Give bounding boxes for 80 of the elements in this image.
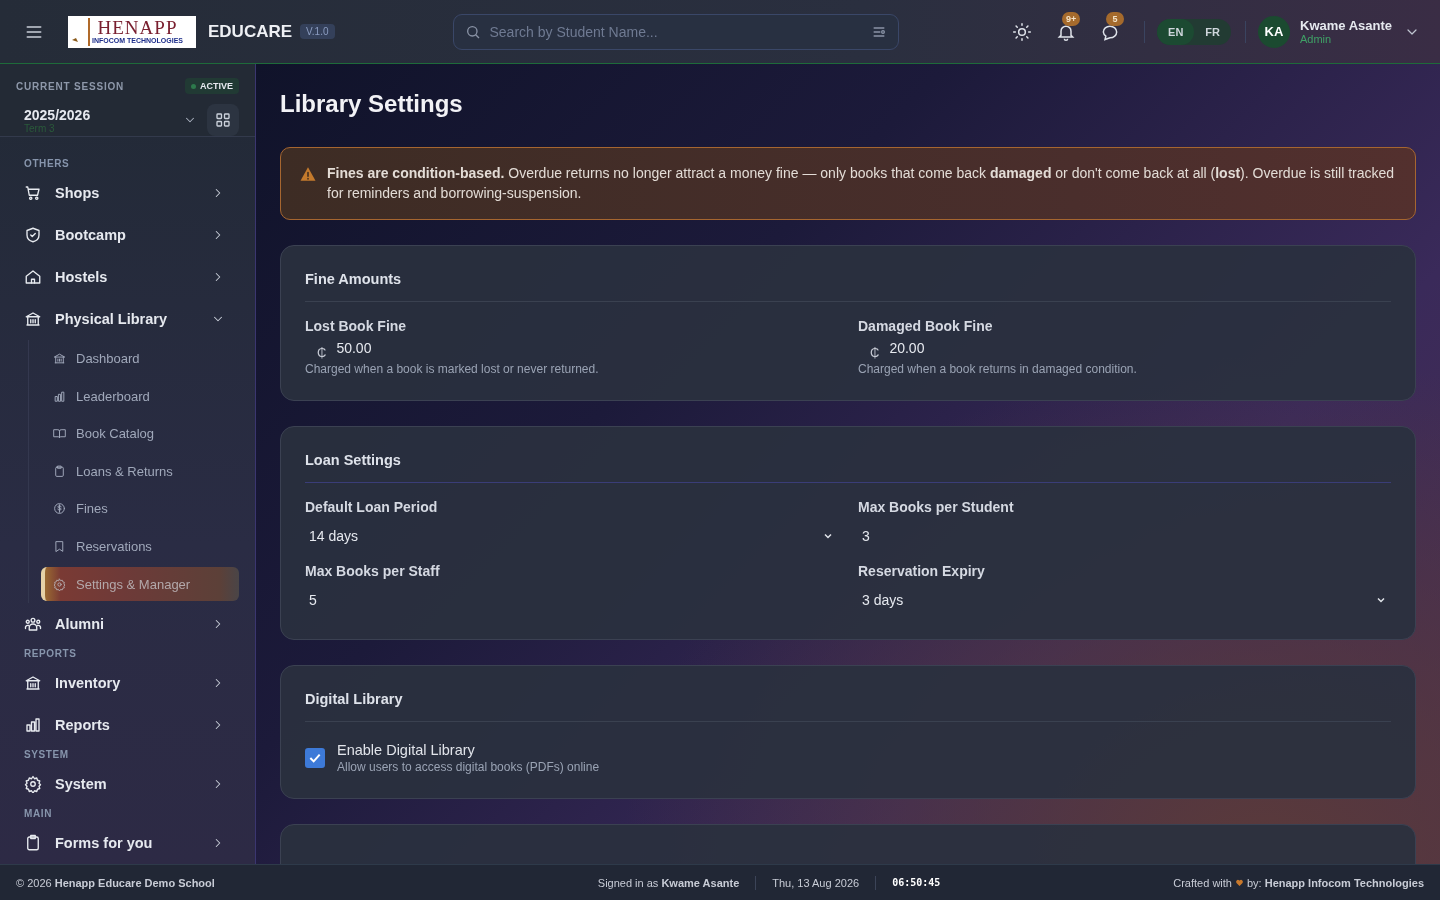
nav-item[interactable]: Bootcamp xyxy=(16,214,239,256)
submenu-item[interactable]: Leaderboard xyxy=(41,377,239,415)
submenu-icon xyxy=(53,464,66,478)
submenu-icon xyxy=(53,577,66,591)
nav-item[interactable]: System xyxy=(16,763,239,805)
grid-icon xyxy=(214,111,232,129)
submenu-icon xyxy=(53,539,66,553)
user-role: Admin xyxy=(1300,33,1333,45)
nav-item[interactable]: Shops xyxy=(16,172,239,214)
field-label: Lost Book Fine xyxy=(305,318,408,334)
search-field[interactable]: Search by Student Name... xyxy=(452,13,899,50)
nav-icon xyxy=(24,834,42,852)
credit-text: Crafted with xyxy=(1173,876,1232,889)
field-label: Default Loan Period xyxy=(305,499,439,515)
field-label: Reservation Expiry xyxy=(858,563,986,579)
session-label: CURRENT SESSION xyxy=(16,80,125,92)
language-option[interactable]: FR xyxy=(1194,18,1231,45)
warning-icon xyxy=(299,165,317,183)
select-field[interactable]: 3 days xyxy=(858,585,1391,615)
submenu-item[interactable]: Dashboard xyxy=(41,340,239,378)
field-label: Damaged Book Fine xyxy=(858,318,994,334)
nav-item[interactable]: Physical Library xyxy=(16,298,239,340)
nav-icon xyxy=(24,226,42,244)
grid-button[interactable] xyxy=(207,104,239,136)
signed-in-text: Signed in as Kwame Asante xyxy=(597,876,740,889)
search-icon xyxy=(464,23,481,40)
input-field[interactable]: 5 xyxy=(305,585,838,615)
nav-item[interactable]: Reports xyxy=(16,704,239,746)
field-label: Max Books per Student xyxy=(858,499,1015,515)
notification-badge: 9+ xyxy=(1062,11,1081,26)
submenu-icon xyxy=(53,352,66,366)
submenu-item[interactable]: Reservations xyxy=(41,527,239,565)
section-label: REPORTS xyxy=(23,647,78,661)
card-title: Loan Settings xyxy=(305,452,1391,483)
message-badge: 5 xyxy=(1106,11,1125,26)
nav-item[interactable]: Hostels xyxy=(16,256,239,298)
app-name: EDUCARE xyxy=(208,21,293,42)
nav-item[interactable]: Alumni xyxy=(16,603,239,645)
select-field[interactable]: 14 days xyxy=(305,521,838,551)
copyright-text: © 2026 Henapp Educare Demo School xyxy=(16,876,215,889)
card-title: Digital Library xyxy=(305,691,1391,722)
submenu-icon xyxy=(53,389,66,403)
credit-text: by: Henapp Infocom Technologies xyxy=(1246,876,1424,889)
submenu-item[interactable]: Loans & Returns xyxy=(41,452,239,490)
section-label: SYSTEM xyxy=(23,748,70,762)
date-text: Thu, 13 Aug 2026 xyxy=(772,876,860,889)
nav-icon xyxy=(24,716,42,734)
section-label: OTHERS xyxy=(23,157,71,171)
help-text: Charged when a book is marked lost or never returned. xyxy=(305,362,600,376)
nav-icon xyxy=(24,184,42,202)
help-text: Allow users to access digital books (PDFs) online xyxy=(337,760,600,774)
input-field[interactable]: 3 xyxy=(858,521,1391,551)
heart-icon xyxy=(1234,878,1244,887)
status-badge: ACTIVE xyxy=(185,78,239,94)
checkbox-label: Enable Digital Library xyxy=(337,742,476,758)
card-title: Fine Amounts xyxy=(305,271,1391,302)
submenu-icon xyxy=(53,427,66,441)
alert-text: Fines are condition-based. Overdue returns no longer attract a money fine — only books that come back damaged or don't come back at all (lost). Overdue is still tracked for reminders and borrowing-suspension. xyxy=(327,164,1395,203)
nav-icon xyxy=(24,310,42,328)
nav-icon xyxy=(24,615,42,633)
page-title: Library Settings xyxy=(280,89,464,119)
user-avatar[interactable]: KA xyxy=(1258,15,1290,48)
submenu-item[interactable]: Book Catalog xyxy=(41,415,239,453)
submenu-item[interactable]: Settings & Manager xyxy=(41,567,239,601)
user-name: Kwame Asante xyxy=(1300,18,1392,33)
checkbox[interactable] xyxy=(305,748,325,768)
nav-icon xyxy=(24,268,42,286)
nav-item[interactable]: Inventory xyxy=(16,662,239,704)
sun-icon[interactable] xyxy=(1012,21,1033,42)
submenu-icon xyxy=(53,502,66,516)
language-option[interactable]: EN xyxy=(1157,18,1195,45)
section-label: MAIN xyxy=(23,807,53,821)
submenu-item[interactable]: Fines xyxy=(41,490,239,528)
field-label: Max Books per Staff xyxy=(305,563,441,579)
nav-icon xyxy=(24,775,42,793)
nav-icon xyxy=(24,674,42,692)
version-badge: V.1.0 xyxy=(300,24,335,39)
nav-item[interactable]: Forms for you xyxy=(16,822,239,864)
help-text: Charged when a book returns in damaged condition. xyxy=(858,362,1138,376)
clock-text: 06:50:45 xyxy=(892,877,941,888)
